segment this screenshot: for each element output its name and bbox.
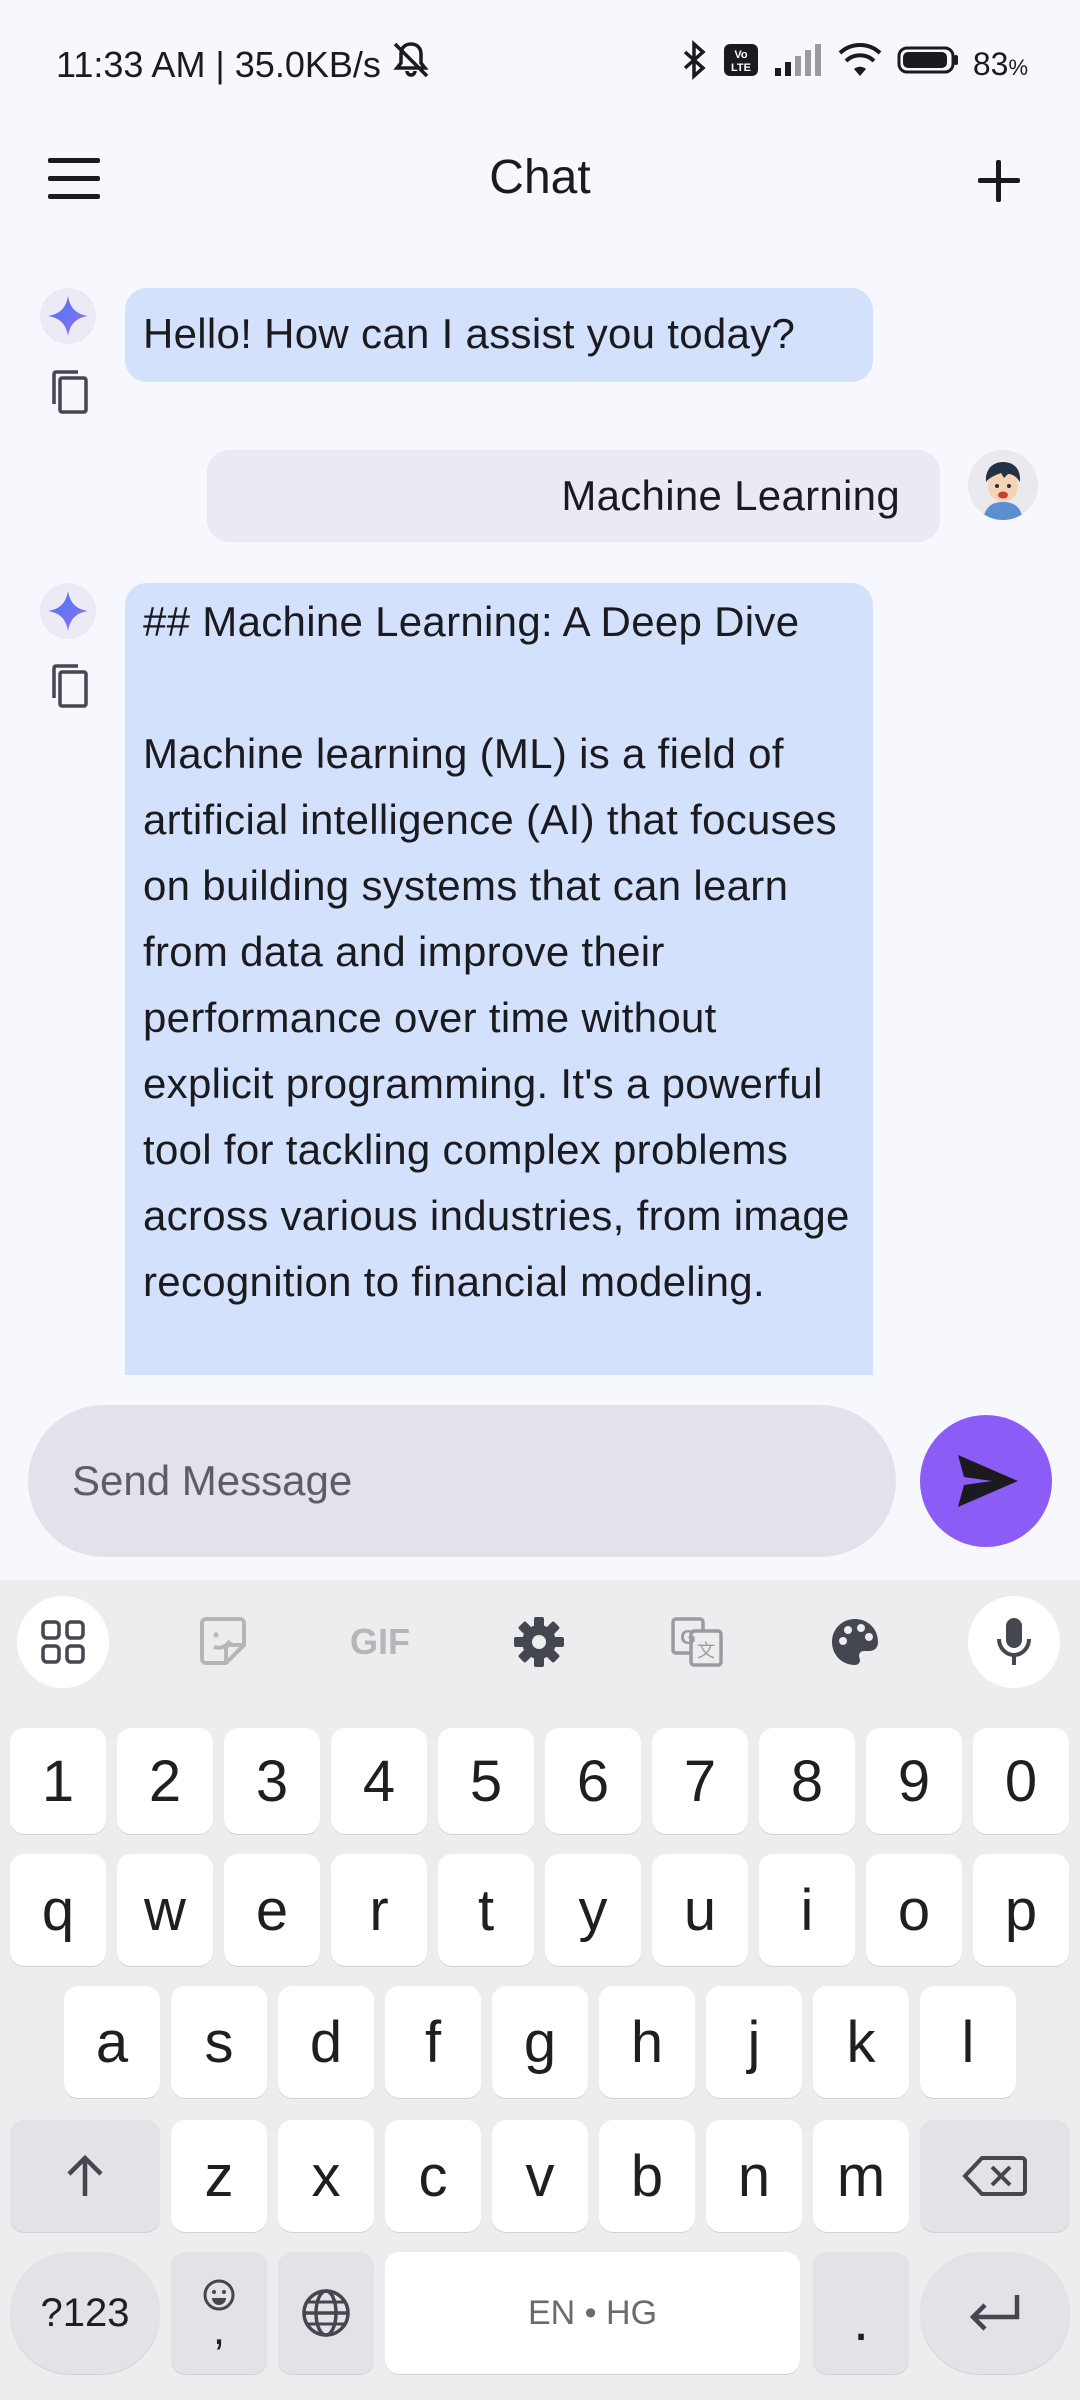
key[interactable]: 6 xyxy=(545,1728,641,1834)
key[interactable]: l xyxy=(920,1986,1016,2098)
key[interactable]: e xyxy=(224,1854,320,1966)
volte-icon: Vo LTE xyxy=(723,43,759,85)
key[interactable]: h xyxy=(599,1986,695,2098)
message-bubble-bot: Hello! How can I assist you today? xyxy=(125,288,873,382)
user-avatar xyxy=(968,450,1038,520)
new-chat-button[interactable] xyxy=(974,156,1022,204)
key[interactable]: p xyxy=(973,1854,1069,1966)
bot-avatar xyxy=(40,583,96,639)
key[interactable]: y xyxy=(545,1854,641,1966)
backspace-icon xyxy=(962,2156,1027,2196)
message-input[interactable] xyxy=(28,1405,896,1557)
key[interactable]: k xyxy=(813,1986,909,2098)
send-icon xyxy=(958,1455,1018,1507)
svg-text:文: 文 xyxy=(697,1641,715,1662)
message-body: Machine learning (ML) is a field of arti… xyxy=(143,730,850,1305)
shift-key[interactable] xyxy=(10,2120,160,2232)
sparkle-icon xyxy=(48,591,88,631)
key[interactable]: 1 xyxy=(10,1728,106,1834)
key[interactable]: q xyxy=(10,1854,106,1966)
key[interactable]: o xyxy=(866,1854,962,1966)
app-bar: Chat xyxy=(0,120,1080,240)
key[interactable]: b xyxy=(599,2120,695,2232)
sparkle-icon xyxy=(48,296,88,336)
key[interactable]: g xyxy=(492,1986,588,2098)
key[interactable]: i xyxy=(759,1854,855,1966)
enter-icon xyxy=(969,2295,1020,2331)
message-bubble-bot: ## Machine Learning: A Deep Dive Machine… xyxy=(125,583,873,1375)
svg-text:LTE: LTE xyxy=(731,62,751,74)
settings-icon[interactable] xyxy=(493,1596,585,1688)
key[interactable]: n xyxy=(706,2120,802,2232)
battery-level: 83 xyxy=(972,45,1009,82)
key[interactable]: s xyxy=(171,1986,267,2098)
comma-label: , xyxy=(212,2305,226,2354)
space-key[interactable]: EN • HG xyxy=(385,2252,800,2374)
battery-icon xyxy=(897,45,959,83)
key[interactable]: r xyxy=(331,1854,427,1966)
bluetooth-icon xyxy=(679,40,709,88)
emoji-comma-key[interactable]: , xyxy=(171,2252,267,2374)
key[interactable]: c xyxy=(385,2120,481,2232)
svg-text:Vo: Vo xyxy=(734,49,748,61)
key[interactable]: z xyxy=(171,2120,267,2232)
key[interactable]: 0 xyxy=(973,1728,1069,1834)
message-bubble-user: Machine Learning xyxy=(207,450,940,542)
key[interactable]: 9 xyxy=(866,1728,962,1834)
period-key[interactable]: . xyxy=(813,2252,909,2374)
mic-icon[interactable] xyxy=(968,1596,1060,1688)
message-heading: ## Machine Learning: A Deep Dive xyxy=(143,598,800,645)
copy-icon[interactable] xyxy=(50,662,90,710)
key[interactable]: 5 xyxy=(438,1728,534,1834)
status-bar: 11:33 AM | 35.0KB/s Vo LTE 83% xyxy=(0,0,1080,120)
key[interactable]: x xyxy=(278,2120,374,2232)
gif-button[interactable]: GIF xyxy=(334,1596,426,1688)
key[interactable]: f xyxy=(385,1986,481,2098)
page-title: Chat xyxy=(489,151,591,204)
key[interactable]: d xyxy=(278,1986,374,2098)
shift-arrow-icon xyxy=(67,2154,103,2196)
keyboard: GIF G文 1 2 3 4 5 6 7 8 9 0 q w e r t y u… xyxy=(0,1580,1080,2400)
enter-key[interactable] xyxy=(920,2252,1070,2374)
copy-icon[interactable] xyxy=(50,368,90,416)
key[interactable]: m xyxy=(813,2120,909,2232)
symbols-key[interactable]: ?123 xyxy=(10,2252,160,2374)
key[interactable]: 3 xyxy=(224,1728,320,1834)
backspace-key[interactable] xyxy=(920,2120,1070,2232)
palette-icon[interactable] xyxy=(809,1596,901,1688)
key[interactable]: 7 xyxy=(652,1728,748,1834)
key[interactable]: 8 xyxy=(759,1728,855,1834)
translate-icon[interactable]: G文 xyxy=(651,1596,743,1688)
signal-icon xyxy=(773,42,823,86)
key[interactable]: 4 xyxy=(331,1728,427,1834)
svg-text:G: G xyxy=(680,1627,696,1649)
key[interactable]: 2 xyxy=(117,1728,213,1834)
chat-list[interactable]: Hello! How can I assist you today? Machi… xyxy=(0,240,1080,1375)
sticker-icon[interactable] xyxy=(177,1596,269,1688)
globe-icon xyxy=(302,2289,350,2337)
apps-grid-icon[interactable] xyxy=(17,1596,109,1688)
status-time-network: 11:33 AM | 35.0KB/s xyxy=(56,43,381,85)
key[interactable]: j xyxy=(706,1986,802,2098)
key[interactable]: a xyxy=(64,1986,160,2098)
wifi-icon xyxy=(837,42,883,86)
bot-avatar xyxy=(40,288,96,344)
key[interactable]: u xyxy=(652,1854,748,1966)
composer xyxy=(0,1375,1080,1580)
send-button[interactable] xyxy=(920,1415,1052,1547)
key[interactable]: t xyxy=(438,1854,534,1966)
key[interactable]: v xyxy=(492,2120,588,2232)
battery-unit: % xyxy=(1008,54,1028,80)
language-key[interactable] xyxy=(278,2252,374,2374)
mute-bell-icon xyxy=(389,40,433,89)
key[interactable]: w xyxy=(117,1854,213,1966)
